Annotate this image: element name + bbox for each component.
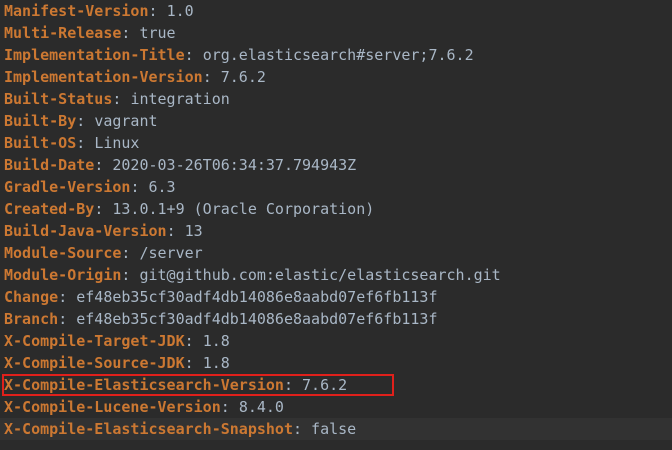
manifest-key: Module-Source: [4, 244, 122, 262]
key-value-separator: :: [202, 68, 221, 86]
manifest-value: 2020-03-26T06:34:37.794943Z: [112, 156, 357, 174]
key-value-separator: :: [121, 266, 140, 284]
manifest-key: Built-Status: [4, 90, 113, 108]
key-value-separator: :: [94, 156, 113, 174]
manifest-line[interactable]: Gradle-Version: 6.3: [0, 176, 672, 198]
manifest-line[interactable]: Branch: ef48eb35cf30adf4db14086e8aabd07e…: [0, 308, 672, 330]
manifest-editor[interactable]: Manifest-Version: 1.0 Multi-Release: tru…: [0, 0, 672, 450]
manifest-value: Linux: [94, 134, 140, 152]
manifest-value: 7.6.2: [220, 68, 266, 86]
key-value-separator: :: [76, 134, 95, 152]
key-value-separator: :: [121, 244, 140, 262]
manifest-key: Change: [4, 288, 59, 306]
manifest-line[interactable]: Build-Java-Version: 13: [0, 220, 672, 242]
manifest-line[interactable]: Implementation-Version: 7.6.2: [0, 66, 672, 88]
key-value-separator: :: [112, 90, 131, 108]
key-value-separator: :: [58, 310, 77, 328]
key-value-separator: :: [130, 178, 149, 196]
manifest-key: Module-Origin: [4, 266, 122, 284]
manifest-value: ef48eb35cf30adf4db14086e8aabd07ef6fb113f: [76, 310, 438, 328]
manifest-key: X-Compile-Source-JDK: [4, 354, 185, 372]
manifest-value: 1.8: [202, 354, 230, 372]
manifest-line[interactable]: Built-Status: integration: [0, 88, 672, 110]
manifest-key: Gradle-Version: [4, 178, 131, 196]
manifest-line[interactable]: Module-Source: /server: [0, 242, 672, 264]
manifest-key: Built-OS: [4, 134, 77, 152]
manifest-line[interactable]: Multi-Release: true: [0, 22, 672, 44]
manifest-value: 13.0.1+9 (Oracle Corporation): [112, 200, 375, 218]
manifest-line[interactable]: Change: ef48eb35cf30adf4db14086e8aabd07e…: [0, 286, 672, 308]
manifest-key: X-Compile-Lucene-Version: [4, 398, 221, 416]
manifest-value: 8.4.0: [238, 398, 284, 416]
key-value-separator: :: [148, 2, 167, 20]
manifest-line[interactable]: Built-By: vagrant: [0, 110, 672, 132]
manifest-line-highlighted[interactable]: X-Compile-Elasticsearch-Version: 7.6.2: [0, 374, 672, 396]
manifest-value: vagrant: [94, 112, 158, 130]
manifest-line[interactable]: Module-Origin: git@github.com:elastic/el…: [0, 264, 672, 286]
manifest-value: 7.6.2: [302, 376, 348, 394]
key-value-separator: :: [58, 288, 77, 306]
manifest-line[interactable]: Implementation-Title: org.elasticsearch#…: [0, 44, 672, 66]
manifest-value: org.elasticsearch#server;7.6.2: [202, 46, 474, 64]
manifest-line[interactable]: Built-OS: Linux: [0, 132, 672, 154]
manifest-key: Manifest-Version: [4, 2, 149, 20]
key-value-separator: :: [283, 376, 303, 394]
manifest-value: integration: [130, 90, 230, 108]
manifest-key: Build-Date: [4, 156, 95, 174]
key-value-separator: :: [94, 200, 113, 218]
manifest-key: X-Compile-Elasticsearch-Snapshot: [4, 420, 293, 438]
key-value-separator: :: [184, 46, 203, 64]
manifest-line[interactable]: X-Compile-Lucene-Version: 8.4.0: [0, 396, 672, 418]
manifest-key: X-Compile-Target-JDK: [4, 332, 185, 350]
manifest-value: 13: [184, 222, 203, 240]
key-value-separator: :: [292, 420, 312, 438]
manifest-value: false: [311, 420, 357, 438]
manifest-line[interactable]: X-Compile-Source-JDK: 1.8: [0, 352, 672, 374]
manifest-key: Branch: [4, 310, 59, 328]
manifest-key: Implementation-Title: [4, 46, 185, 64]
manifest-line[interactable]: Build-Date: 2020-03-26T06:34:37.794943Z: [0, 154, 672, 176]
manifest-value: /server: [139, 244, 203, 262]
manifest-value: true: [139, 24, 176, 42]
manifest-line-current[interactable]: X-Compile-Elasticsearch-Snapshot: false: [0, 418, 672, 440]
manifest-key: X-Compile-Elasticsearch-Version: [4, 376, 284, 394]
manifest-value: git@github.com:elastic/elasticsearch.git: [139, 266, 501, 284]
key-value-separator: :: [121, 24, 140, 42]
manifest-line[interactable]: Manifest-Version: 1.0: [0, 0, 672, 22]
manifest-value: ef48eb35cf30adf4db14086e8aabd07ef6fb113f: [76, 288, 438, 306]
manifest-line[interactable]: X-Compile-Target-JDK: 1.8: [0, 330, 672, 352]
manifest-key: Created-By: [4, 200, 95, 218]
key-value-separator: :: [184, 332, 203, 350]
key-value-separator: :: [166, 222, 185, 240]
manifest-value: 1.0: [166, 2, 194, 20]
manifest-key: Implementation-Version: [4, 68, 203, 86]
key-value-separator: :: [220, 398, 239, 416]
key-value-separator: :: [76, 112, 95, 130]
manifest-key: Build-Java-Version: [4, 222, 167, 240]
manifest-value: 1.8: [202, 332, 230, 350]
manifest-line[interactable]: Created-By: 13.0.1+9 (Oracle Corporation…: [0, 198, 672, 220]
manifest-key: Built-By: [4, 112, 77, 130]
manifest-key: Multi-Release: [4, 24, 122, 42]
manifest-value: 6.3: [148, 178, 176, 196]
key-value-separator: :: [184, 354, 203, 372]
